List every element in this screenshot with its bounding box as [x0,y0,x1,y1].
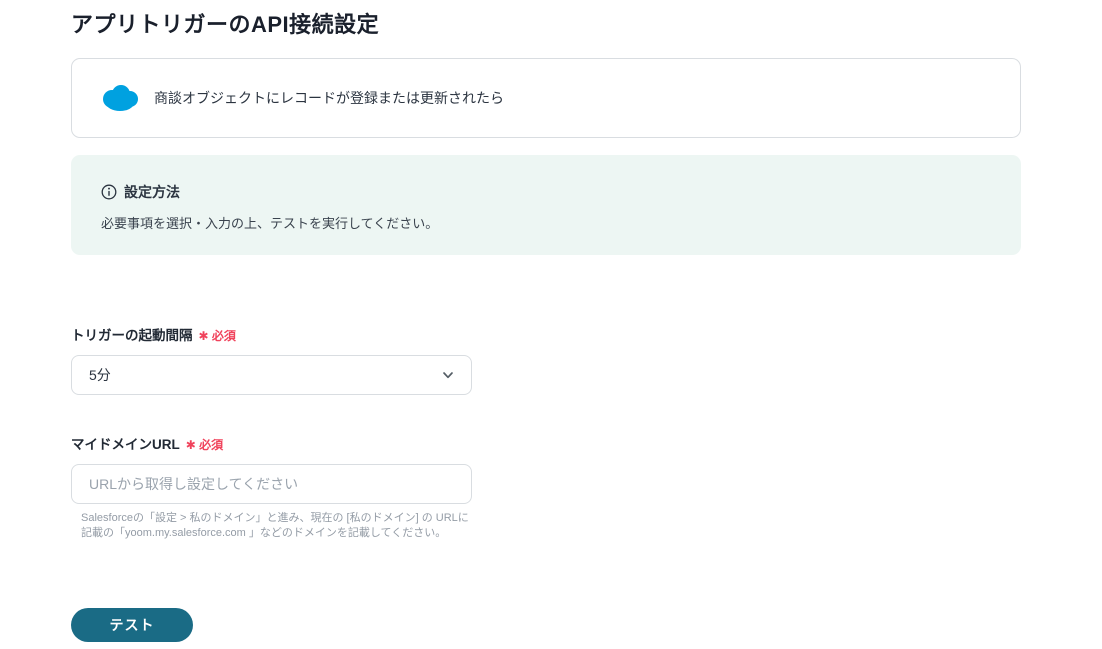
chevron-down-icon [441,368,455,382]
instructions-title: 設定方法 [124,184,180,200]
required-badge: ✱ 必須 [198,329,236,343]
trigger-description: 商談オブジェクトにレコードが登録または更新されたら [154,90,504,106]
setup-instructions-box: 設定方法 必要事項を選択・入力の上、テストを実行してください。 [71,155,1021,255]
trigger-interval-label: トリガーの起動間隔 [71,328,193,343]
help-line-2: 記載の「yoom.my.salesforce.com 」などのドメインを記載して… [81,527,447,539]
trigger-summary-card[interactable]: 商談オブジェクトにレコードが登録または更新されたら [71,58,1021,138]
info-circle-icon [101,184,117,200]
trigger-interval-field-group: トリガーの起動間隔 ✱ 必須 5分 [71,324,472,395]
trigger-interval-selected-value: 5分 [89,367,111,383]
app-trigger-settings-page: アプリトリガーのAPI接続設定 商談オブジェクトにレコードが登録または更新された… [0,0,1021,642]
my-domain-field-group: マイドメインURL ✱ 必須 Salesforceの「設定 > 私のドメイン」と… [71,433,472,541]
required-badge: ✱ 必須 [185,438,224,452]
help-line-1: Salesforceの「設定 > 私のドメイン」と進み、現在の [私のドメイン]… [81,512,469,524]
my-domain-label: マイドメインURL [71,437,180,452]
test-button[interactable]: テスト [71,608,193,642]
page-title: アプリトリガーのAPI接続設定 [71,12,380,37]
trigger-interval-select[interactable]: 5分 [71,355,472,395]
my-domain-help-text: Salesforceの「設定 > 私のドメイン」と進み、現在の [私のドメイン]… [71,511,472,541]
instructions-body: 必要事項を選択・入力の上、テストを実行してください。 [101,216,439,231]
salesforce-cloud-icon [100,84,140,112]
my-domain-input[interactable] [71,464,472,504]
